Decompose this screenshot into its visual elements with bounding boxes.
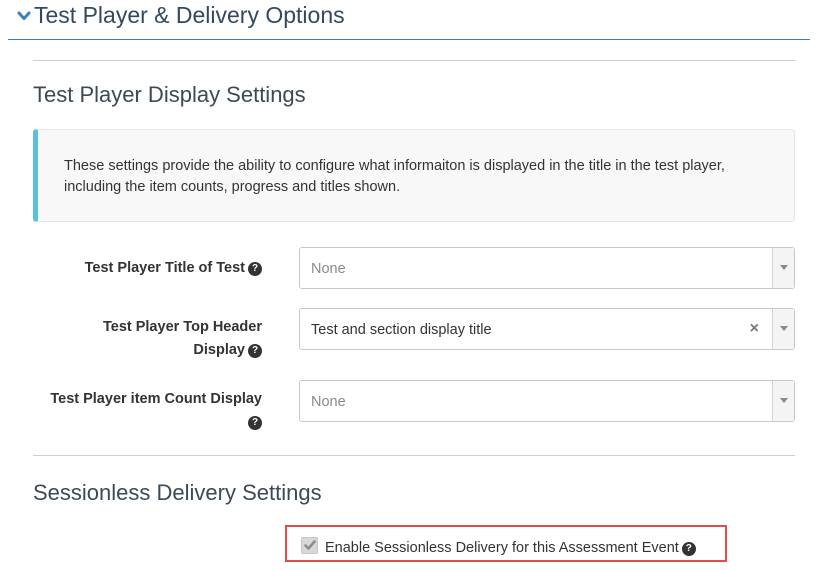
top-header-display-select[interactable]: Test and section display title × [299,308,795,350]
select-value: None [311,394,346,410]
section-header[interactable]: Test Player & Delivery Options [8,0,810,40]
help-icon[interactable]: ? [248,416,262,430]
section-title[interactable]: Test Player & Delivery Options [34,1,345,29]
dropdown-toggle[interactable] [772,248,794,288]
info-callout: These settings provide the ability to co… [33,129,795,222]
select-value: None [311,261,346,277]
top-header-display-label: Test Player Top Header Display? [102,319,262,358]
display-settings-heading: Test Player Display Settings [33,82,306,107]
clear-icon[interactable]: × [750,319,759,339]
sessionless-option: Enable Sessionless Delivery for this Ass… [285,525,727,562]
item-count-display-select[interactable]: None [299,380,795,422]
info-text: These settings provide the ability to co… [64,158,725,195]
select-value: Test and section display title [311,322,492,338]
title-of-test-select[interactable]: None [299,247,795,289]
chevron-down-icon[interactable] [17,9,31,23]
sessionless-checkbox[interactable] [301,537,318,554]
checkmark-icon [304,540,316,550]
caret-down-icon [780,398,788,403]
help-icon[interactable]: ? [248,344,262,358]
sessionless-checkbox-label[interactable]: Enable Sessionless Delivery for this Ass… [325,539,696,557]
dropdown-toggle[interactable] [772,381,794,421]
help-icon[interactable]: ? [681,542,696,556]
title-of-test-label: Test Player Title of Test? [40,257,262,280]
caret-down-icon [780,265,788,270]
divider [33,455,795,456]
item-count-display-label: Test Player item Count Display? [50,391,262,430]
dropdown-toggle[interactable] [772,309,794,349]
sessionless-heading: Sessionless Delivery Settings [33,480,322,505]
help-icon[interactable]: ? [248,262,262,276]
caret-down-icon [780,326,788,331]
divider [33,60,795,61]
